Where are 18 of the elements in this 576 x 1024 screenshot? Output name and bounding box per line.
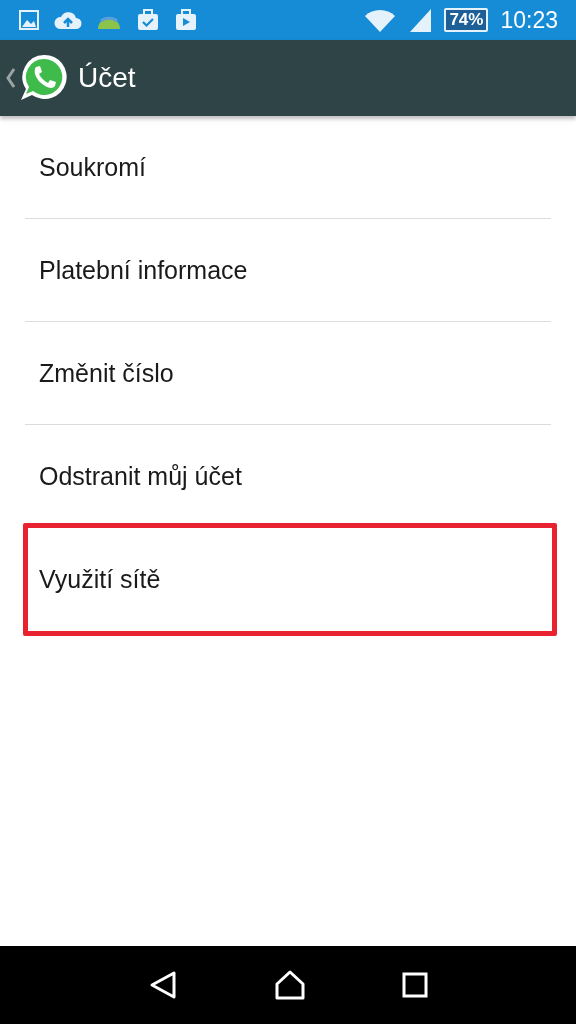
back-icon[interactable] <box>148 970 178 1000</box>
back-chevron-icon[interactable] <box>6 67 16 89</box>
highlighted-list-item[interactable]: Využití sítě <box>23 523 557 636</box>
list-item[interactable]: Soukromí <box>25 116 551 219</box>
cloud-upload-icon <box>54 9 82 31</box>
home-icon[interactable] <box>274 970 306 1000</box>
clock: 10:23 <box>500 6 558 34</box>
image-icon <box>18 9 40 31</box>
briefcase-play-icon <box>174 9 198 31</box>
briefcase-check-icon <box>136 9 160 31</box>
signal-icon <box>408 7 433 33</box>
list-item[interactable]: Změnit číslo <box>25 322 551 425</box>
list-item[interactable]: Odstranit můj účet <box>25 425 551 528</box>
battery-indicator: 74% <box>444 8 489 32</box>
wifi-icon <box>364 7 397 33</box>
screen-title: Účet <box>78 62 136 94</box>
recent-apps-icon[interactable] <box>402 972 428 998</box>
list-item[interactable]: Platební informace <box>25 219 551 322</box>
